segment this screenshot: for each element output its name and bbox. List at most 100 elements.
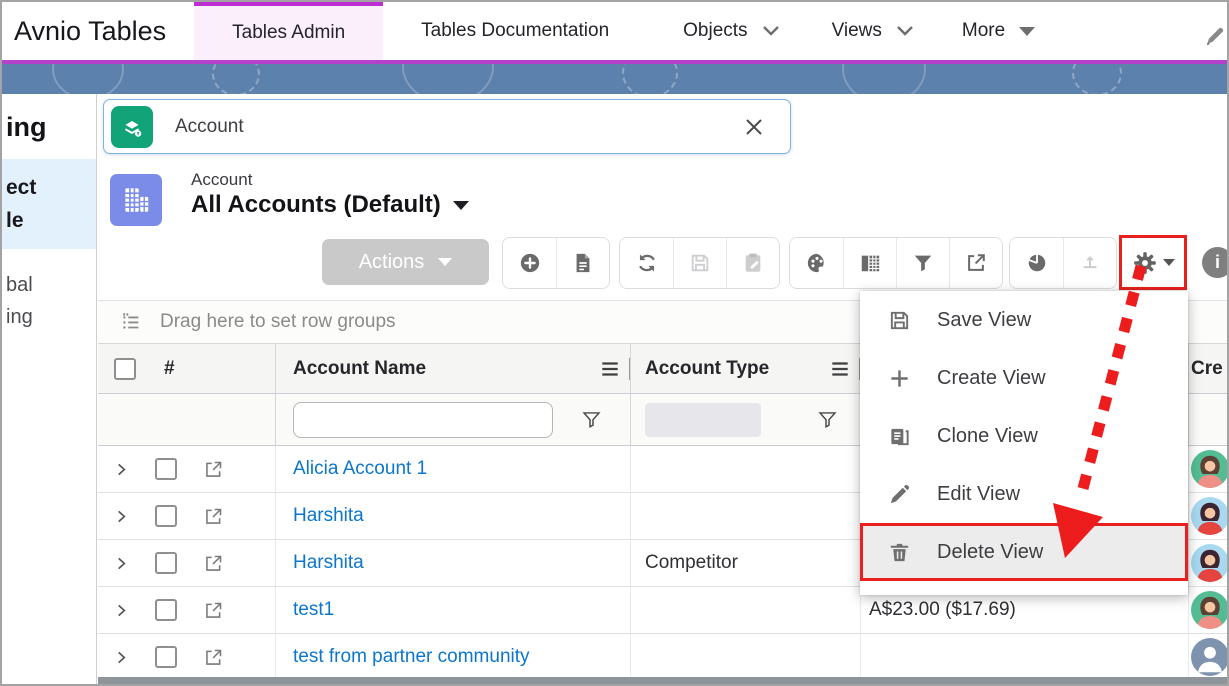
nav-objects-dropdown[interactable]: Objects — [683, 2, 779, 60]
search-value[interactable]: Account — [175, 116, 244, 138]
column-menu-icon[interactable] — [829, 358, 851, 380]
account-name-link[interactable]: test from partner community — [293, 646, 530, 668]
triangle-down-icon — [1019, 27, 1035, 36]
row-checkbox[interactable] — [155, 552, 177, 574]
toolbar-group-chart — [1009, 237, 1117, 289]
menu-item-delete-view[interactable]: Delete View — [860, 523, 1188, 581]
nav-more-dropdown[interactable]: More — [962, 2, 1035, 60]
refresh-button[interactable] — [620, 238, 673, 288]
row-checkbox[interactable] — [155, 458, 177, 480]
filter-funnel-icon[interactable] — [581, 409, 602, 430]
column-resize-handle[interactable] — [629, 358, 630, 380]
filter-icon — [912, 252, 934, 274]
triangle-down-icon — [438, 258, 452, 266]
refresh-icon — [636, 252, 658, 274]
sidebar-item-active[interactable]: ect le — [2, 159, 96, 249]
expand-row-icon[interactable] — [114, 603, 129, 618]
open-external-button[interactable] — [949, 238, 1002, 288]
theme-banner — [2, 64, 1227, 94]
account-name-link[interactable]: Harshita — [293, 505, 364, 527]
account-type-filter-input[interactable] — [645, 403, 761, 437]
column-header-index: # — [164, 358, 175, 380]
object-search-box[interactable]: Account — [103, 99, 791, 154]
open-record-icon[interactable] — [203, 647, 224, 668]
row-checkbox[interactable] — [155, 505, 177, 527]
horizontal-scrollbar[interactable] — [98, 677, 1227, 684]
tab-tables-admin[interactable]: Tables Admin — [194, 2, 383, 60]
nav-objects-label: Objects — [683, 20, 747, 42]
save-button[interactable] — [673, 238, 726, 288]
expand-row-icon[interactable] — [114, 462, 129, 477]
nav-views-dropdown[interactable]: Views — [832, 2, 914, 60]
save-icon — [689, 252, 711, 274]
new-document-icon — [572, 252, 594, 274]
menu-item-edit-view[interactable]: Edit View — [860, 465, 1188, 523]
row-checkbox[interactable] — [155, 646, 177, 668]
expand-row-icon[interactable] — [114, 556, 129, 571]
view-selector[interactable]: All Accounts (Default) — [191, 191, 469, 219]
open-record-icon[interactable] — [203, 506, 224, 527]
app-window: Avnio Tables Tables Admin Tables Documen… — [0, 0, 1229, 686]
account-name-filter-input[interactable] — [293, 402, 553, 438]
settings-gear-icon — [1132, 250, 1158, 276]
sidebar-heading: ing — [6, 112, 96, 143]
filter-button[interactable] — [896, 238, 949, 288]
caret-down-icon — [1163, 259, 1175, 266]
menu-item-create-view[interactable]: Create View — [860, 349, 1188, 407]
column-header-account-name[interactable]: Account Name — [293, 358, 426, 380]
edit-pencil-icon[interactable] — [1203, 26, 1225, 48]
menu-item-clone-view[interactable]: Clone View — [860, 407, 1188, 465]
row-group-hint: Drag here to set row groups — [160, 311, 396, 333]
columns-button[interactable] — [843, 238, 896, 288]
created-by-avatar — [1191, 544, 1227, 582]
revenue-cell: A$23.00 ($17.69) — [869, 599, 1016, 621]
create-view-icon — [888, 367, 911, 390]
account-object-icon — [111, 106, 153, 148]
column-menu-icon[interactable] — [599, 358, 621, 380]
expand-row-icon[interactable] — [114, 509, 129, 524]
created-by-avatar — [1191, 591, 1227, 629]
sidebar-item[interactable]: bal ing — [6, 269, 96, 333]
fit-columns-button[interactable] — [1063, 238, 1116, 288]
toolbar-group-edit — [619, 237, 780, 289]
left-sidebar: ing ect le bal ing — [2, 94, 97, 684]
column-header-created-by[interactable]: Cre — [1191, 358, 1223, 380]
menu-item-save-view[interactable]: Save View — [860, 291, 1188, 349]
account-name-link[interactable]: Harshita — [293, 552, 364, 574]
info-icon[interactable]: i — [1202, 247, 1229, 278]
account-type-cell: Competitor — [645, 552, 738, 574]
created-by-avatar — [1191, 497, 1227, 535]
actions-button[interactable]: Actions — [322, 239, 489, 285]
account-record-icon — [110, 174, 162, 226]
row-checkbox[interactable] — [155, 599, 177, 621]
actions-label: Actions — [359, 251, 425, 274]
pie-chart-button[interactable] — [1010, 238, 1063, 288]
pie-chart-icon — [1026, 252, 1048, 274]
account-name-link[interactable]: test1 — [293, 599, 334, 621]
open-record-icon[interactable] — [203, 600, 224, 621]
expand-row-icon[interactable] — [114, 650, 129, 665]
clear-search-icon[interactable] — [744, 117, 764, 137]
table-row: test from partner community — [98, 634, 1227, 681]
add-record-button[interactable] — [503, 238, 556, 288]
created-by-avatar — [1191, 638, 1227, 676]
delete-view-icon — [888, 541, 911, 564]
column-header-account-type[interactable]: Account Type — [645, 358, 769, 380]
new-document-button[interactable] — [556, 238, 609, 288]
filter-funnel-icon[interactable] — [817, 409, 838, 430]
open-record-icon[interactable] — [203, 459, 224, 480]
tab-tables-documentation[interactable]: Tables Documentation — [383, 2, 647, 60]
select-all-checkbox[interactable] — [114, 358, 136, 380]
account-name-link[interactable]: Alicia Account 1 — [293, 458, 427, 480]
edit-clipboard-button[interactable] — [726, 238, 779, 288]
row-groups-icon — [120, 311, 142, 333]
palette-icon — [806, 252, 828, 274]
settings-gear-button[interactable] — [1119, 235, 1187, 290]
palette-button[interactable] — [790, 238, 843, 288]
open-record-icon[interactable] — [203, 553, 224, 574]
edit-clipboard-icon — [742, 252, 764, 274]
top-nav: Avnio Tables Tables Admin Tables Documen… — [2, 2, 1227, 64]
settings-menu: Save View Create View Clone View Edit Vi… — [860, 291, 1188, 595]
menu-item-label: Create View — [937, 367, 1046, 390]
created-by-avatar — [1191, 450, 1227, 488]
